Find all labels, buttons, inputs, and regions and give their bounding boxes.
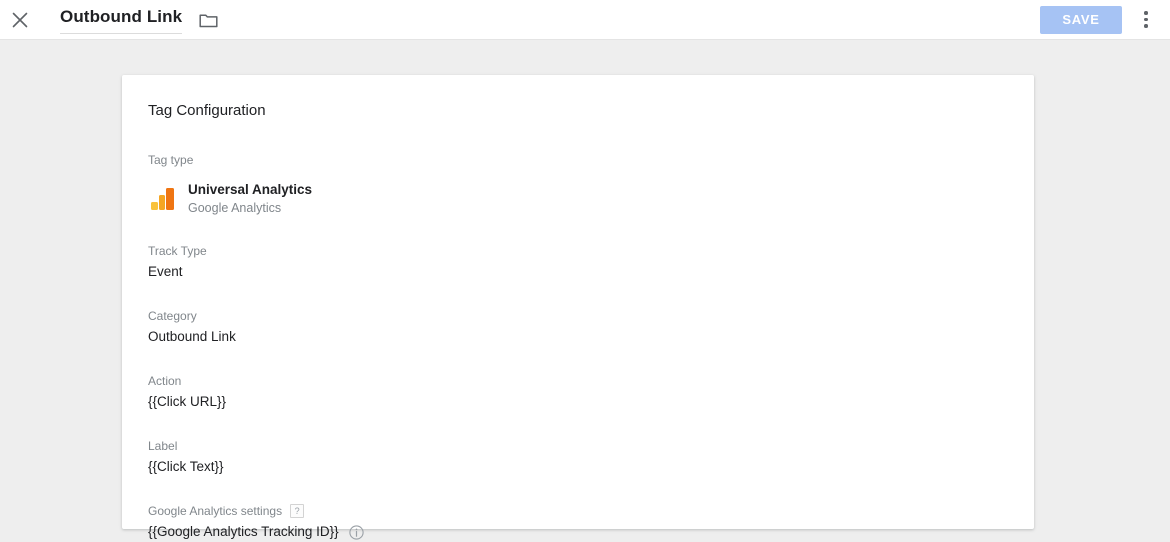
field-value-ga-settings: {{Google Analytics Tracking ID}} <box>148 522 1008 542</box>
tag-type-name: Universal Analytics <box>188 182 313 197</box>
help-icon[interactable]: ? <box>290 504 305 518</box>
field-label-text: Google Analytics settings <box>148 504 283 518</box>
ga-settings-value[interactable]: {{Google Analytics Tracking ID}} <box>148 522 339 542</box>
field-label-ga-settings: Google Analytics settings ? <box>148 503 1008 519</box>
more-options-button[interactable] <box>1126 0 1166 40</box>
more-vert-icon-dot <box>1144 24 1148 28</box>
field-ga-settings: Google Analytics settings ? {{Google Ana… <box>148 503 1008 542</box>
field-label-row: Label {{Click Text}} <box>148 438 1008 477</box>
google-analytics-icon <box>150 185 178 213</box>
tag-type-vendor: Google Analytics <box>188 201 282 215</box>
field-label: Category <box>148 309 197 323</box>
field-label: Action <box>148 374 182 388</box>
field-label: Label <box>148 439 178 453</box>
tag-configuration-card: Tag Configuration Tag type Universal Ana… <box>122 75 1034 540</box>
field-action: Action {{Click URL}} <box>148 373 1008 412</box>
field-value[interactable]: {{Click URL}} <box>148 392 1008 412</box>
field-track-type: Track Type Event <box>148 243 1008 282</box>
field-label: Track Type <box>148 244 207 258</box>
field-value[interactable]: {{Click Text}} <box>148 457 1008 477</box>
ga-bar-tall <box>166 188 174 210</box>
field-category: Category Outbound Link <box>148 308 1008 347</box>
save-button[interactable]: SAVE <box>1040 5 1122 34</box>
app-header: Outbound Link SAVE <box>0 0 1170 40</box>
ga-bar-medium <box>158 195 165 210</box>
info-button[interactable] <box>348 524 364 540</box>
tag-name-input[interactable]: Outbound Link <box>60 5 183 34</box>
field-value[interactable]: Outbound Link <box>148 327 1008 347</box>
folder-icon <box>199 13 218 27</box>
field-label: Tag type <box>148 153 194 167</box>
folder-button[interactable] <box>190 2 226 38</box>
close-button[interactable] <box>0 0 40 40</box>
field-tag-type: Tag type Universal Analytics Google Anal… <box>148 152 1008 217</box>
more-vert-icon-dot <box>1144 17 1148 22</box>
close-icon <box>12 12 28 27</box>
info-icon <box>348 524 364 540</box>
field-value[interactable]: Event <box>148 262 1008 282</box>
ga-bar-small <box>151 202 158 210</box>
tag-type-text: Universal Analytics Google Analytics <box>188 181 312 217</box>
more-vert-icon-dot <box>1144 11 1148 15</box>
tag-title-wrap: Outbound Link <box>60 2 226 38</box>
tag-type-selector[interactable]: Universal Analytics Google Analytics <box>148 181 1008 217</box>
card-title: Tag Configuration <box>148 102 266 119</box>
